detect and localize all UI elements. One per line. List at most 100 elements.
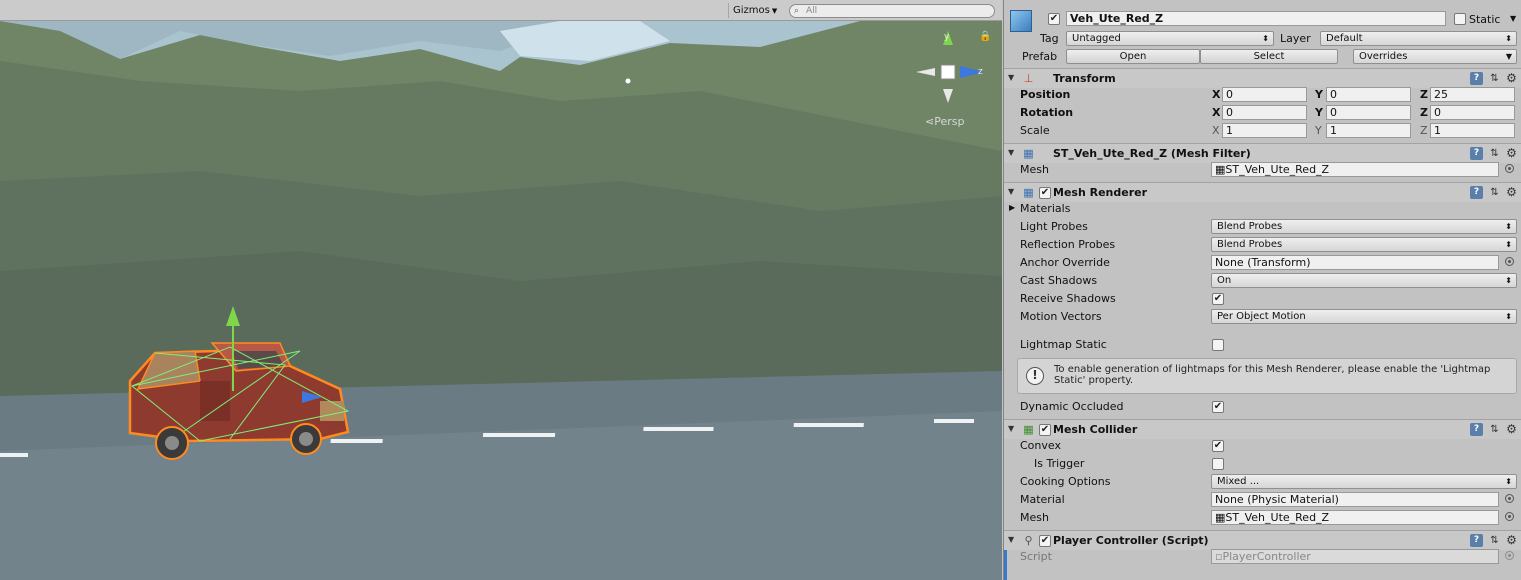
lightmap-static-checkbox[interactable]	[1212, 339, 1224, 351]
materials-label: Materials	[1020, 202, 1071, 215]
rotation-row: Rotation X 0 Y 0 Z 0	[1004, 104, 1521, 122]
rotation-y-field[interactable]: 0	[1326, 105, 1411, 120]
collider-material-row: Material None (Physic Material)	[1004, 491, 1521, 509]
y-label: Y	[1315, 88, 1323, 101]
collider-mesh-field[interactable]: ▦ST_Veh_Ute_Red_Z	[1211, 510, 1499, 525]
preset-icon[interactable]: ⇅	[1488, 72, 1501, 85]
receive-shadows-checkbox[interactable]	[1212, 293, 1224, 305]
anchor-override-field[interactable]: None (Transform)	[1211, 255, 1499, 270]
foldout-arrow-icon[interactable]: ▼	[1008, 148, 1014, 157]
player-controller-enabled-checkbox[interactable]	[1039, 535, 1051, 547]
help-icon[interactable]: ?	[1470, 423, 1483, 436]
object-picker-icon[interactable]	[1505, 512, 1514, 521]
preset-icon[interactable]: ⇅	[1488, 423, 1501, 436]
static-dropdown-icon[interactable]: ▼	[1510, 14, 1516, 23]
object-picker-icon[interactable]	[1505, 164, 1514, 173]
is-trigger-checkbox[interactable]	[1212, 458, 1224, 470]
mesh-renderer-header[interactable]: ▼ ▦ Mesh Renderer ? ⇅ ⚙	[1004, 182, 1521, 202]
mesh-collider-header[interactable]: ▼ ▦ Mesh Collider ? ⇅ ⚙	[1004, 419, 1521, 439]
scale-label: Scale	[1020, 124, 1050, 137]
dynamic-occluded-checkbox[interactable]	[1212, 401, 1224, 413]
help-icon[interactable]: ?	[1470, 72, 1483, 85]
transform-header[interactable]: ▼ ⊥ Transform ? ⇅ ⚙	[1004, 68, 1521, 88]
chevron-updown-icon: ⬍	[1505, 477, 1512, 486]
player-controller-header[interactable]: ▼ ⚲ Player Controller (Script) ? ⇅ ⚙	[1004, 530, 1521, 550]
gear-icon[interactable]: ⚙	[1505, 72, 1518, 85]
preset-icon[interactable]: ⇅	[1488, 534, 1501, 547]
object-name-input[interactable]: Veh_Ute_Red_Z	[1066, 11, 1446, 26]
mesh-filter-header[interactable]: ▼ ▦ ST_Veh_Ute_Red_Z (Mesh Filter) ? ⇅ ⚙	[1004, 143, 1521, 163]
foldout-arrow-icon[interactable]: ▼	[1008, 73, 1014, 82]
gear-icon[interactable]: ⚙	[1505, 186, 1518, 199]
collider-mesh-value: ST_Veh_Ute_Red_Z	[1225, 511, 1330, 524]
mesh-renderer-title: Mesh Renderer	[1053, 186, 1148, 199]
lock-icon[interactable]: 🔒	[979, 31, 991, 42]
foldout-arrow-icon[interactable]: ▼	[1008, 535, 1014, 544]
scene-view[interactable]: Gizmos ▼ ⌕ All y z 🔒 ⋖Persp	[0, 0, 1002, 580]
help-icon[interactable]: ?	[1470, 534, 1483, 547]
gizmos-dropdown[interactable]: Gizmos ▼	[728, 3, 781, 18]
help-icon[interactable]: ?	[1470, 147, 1483, 160]
static-label: Static	[1469, 13, 1501, 26]
object-picker-icon[interactable]	[1505, 257, 1514, 266]
dynamic-occluded-row: Dynamic Occluded	[1004, 398, 1521, 416]
prefab-overrides-dropdown[interactable]: Overrides ▼	[1353, 49, 1517, 64]
mesh-filter-mesh-field[interactable]: ▦ST_Veh_Ute_Red_Z	[1211, 162, 1499, 177]
chevron-updown-icon: ⬍	[1505, 276, 1512, 285]
receive-shadows-label: Receive Shadows	[1020, 292, 1116, 305]
object-active-checkbox[interactable]	[1048, 13, 1060, 25]
scale-z-field[interactable]: 1	[1430, 123, 1515, 138]
position-z-field[interactable]: 25	[1430, 87, 1515, 102]
scale-x-field[interactable]: 1	[1222, 123, 1307, 138]
collider-material-field[interactable]: None (Physic Material)	[1211, 492, 1499, 507]
static-checkbox[interactable]	[1454, 13, 1466, 25]
motion-vectors-dropdown[interactable]: Per Object Motion ⬍	[1211, 309, 1517, 324]
position-x-field[interactable]: 0	[1222, 87, 1307, 102]
materials-row[interactable]: ▶ Materials	[1004, 200, 1521, 218]
script-row: Script ▫PlayerController	[1004, 548, 1521, 566]
foldout-arrow-icon[interactable]: ▼	[1008, 424, 1014, 433]
foldout-arrow-icon[interactable]: ▶	[1009, 203, 1015, 212]
scale-row: Scale X 1 Y 1 Z 1	[1004, 122, 1521, 140]
mesh-label: Mesh	[1020, 511, 1049, 524]
chevron-down-icon: ▼	[1505, 52, 1512, 61]
cooking-options-dropdown[interactable]: Mixed ... ⬍	[1211, 474, 1517, 489]
gear-icon[interactable]: ⚙	[1505, 534, 1518, 547]
layer-dropdown[interactable]: Default ⬍	[1320, 31, 1517, 46]
reflection-probes-dropdown[interactable]: Blend Probes ⬍	[1211, 237, 1517, 252]
z-label: Z	[1420, 124, 1428, 137]
mesh-collider-enabled-checkbox[interactable]	[1039, 424, 1051, 436]
projection-toggle[interactable]: ⋖Persp	[925, 115, 964, 128]
mesh-renderer-enabled-checkbox[interactable]	[1039, 187, 1051, 199]
lightmap-static-label: Lightmap Static	[1020, 338, 1107, 351]
prefab-open-button[interactable]: Open	[1066, 49, 1200, 64]
convex-checkbox[interactable]	[1212, 440, 1224, 452]
axis-y-label: y	[944, 32, 950, 42]
rotation-z-field[interactable]: 0	[1430, 105, 1515, 120]
position-y-field[interactable]: 0	[1326, 87, 1411, 102]
light-probes-dropdown[interactable]: Blend Probes ⬍	[1211, 219, 1517, 234]
light-probes-label: Light Probes	[1020, 220, 1088, 233]
script-value: PlayerController	[1222, 550, 1311, 563]
transform-axes-icon: ⊥	[1023, 72, 1034, 85]
scene-viewport[interactable]: y z	[0, 21, 1002, 580]
help-icon[interactable]: ?	[1470, 186, 1483, 199]
foldout-arrow-icon[interactable]: ▼	[1008, 187, 1014, 196]
axis-z-label: z	[978, 67, 983, 77]
motion-vectors-row: Motion Vectors Per Object Motion ⬍	[1004, 308, 1521, 326]
object-picker-icon[interactable]	[1505, 494, 1514, 503]
scene-search-input[interactable]: ⌕ All	[789, 4, 995, 18]
mesh-collider-title: Mesh Collider	[1053, 423, 1138, 436]
preset-icon[interactable]: ⇅	[1488, 147, 1501, 160]
prefab-select-button[interactable]: Select	[1200, 49, 1338, 64]
scale-y-field[interactable]: 1	[1326, 123, 1411, 138]
preset-icon[interactable]: ⇅	[1488, 186, 1501, 199]
gear-icon[interactable]: ⚙	[1505, 423, 1518, 436]
cast-shadows-dropdown[interactable]: On ⬍	[1211, 273, 1517, 288]
rotation-x-field[interactable]: 0	[1222, 105, 1307, 120]
gear-icon[interactable]: ⚙	[1505, 147, 1518, 160]
player-controller-title: Player Controller (Script)	[1053, 534, 1209, 547]
gameobject-cube-icon	[1010, 10, 1032, 32]
tag-dropdown[interactable]: Untagged ⬍	[1066, 31, 1274, 46]
lightmap-help-message: To enable generation of lightmaps for th…	[1054, 364, 1491, 386]
